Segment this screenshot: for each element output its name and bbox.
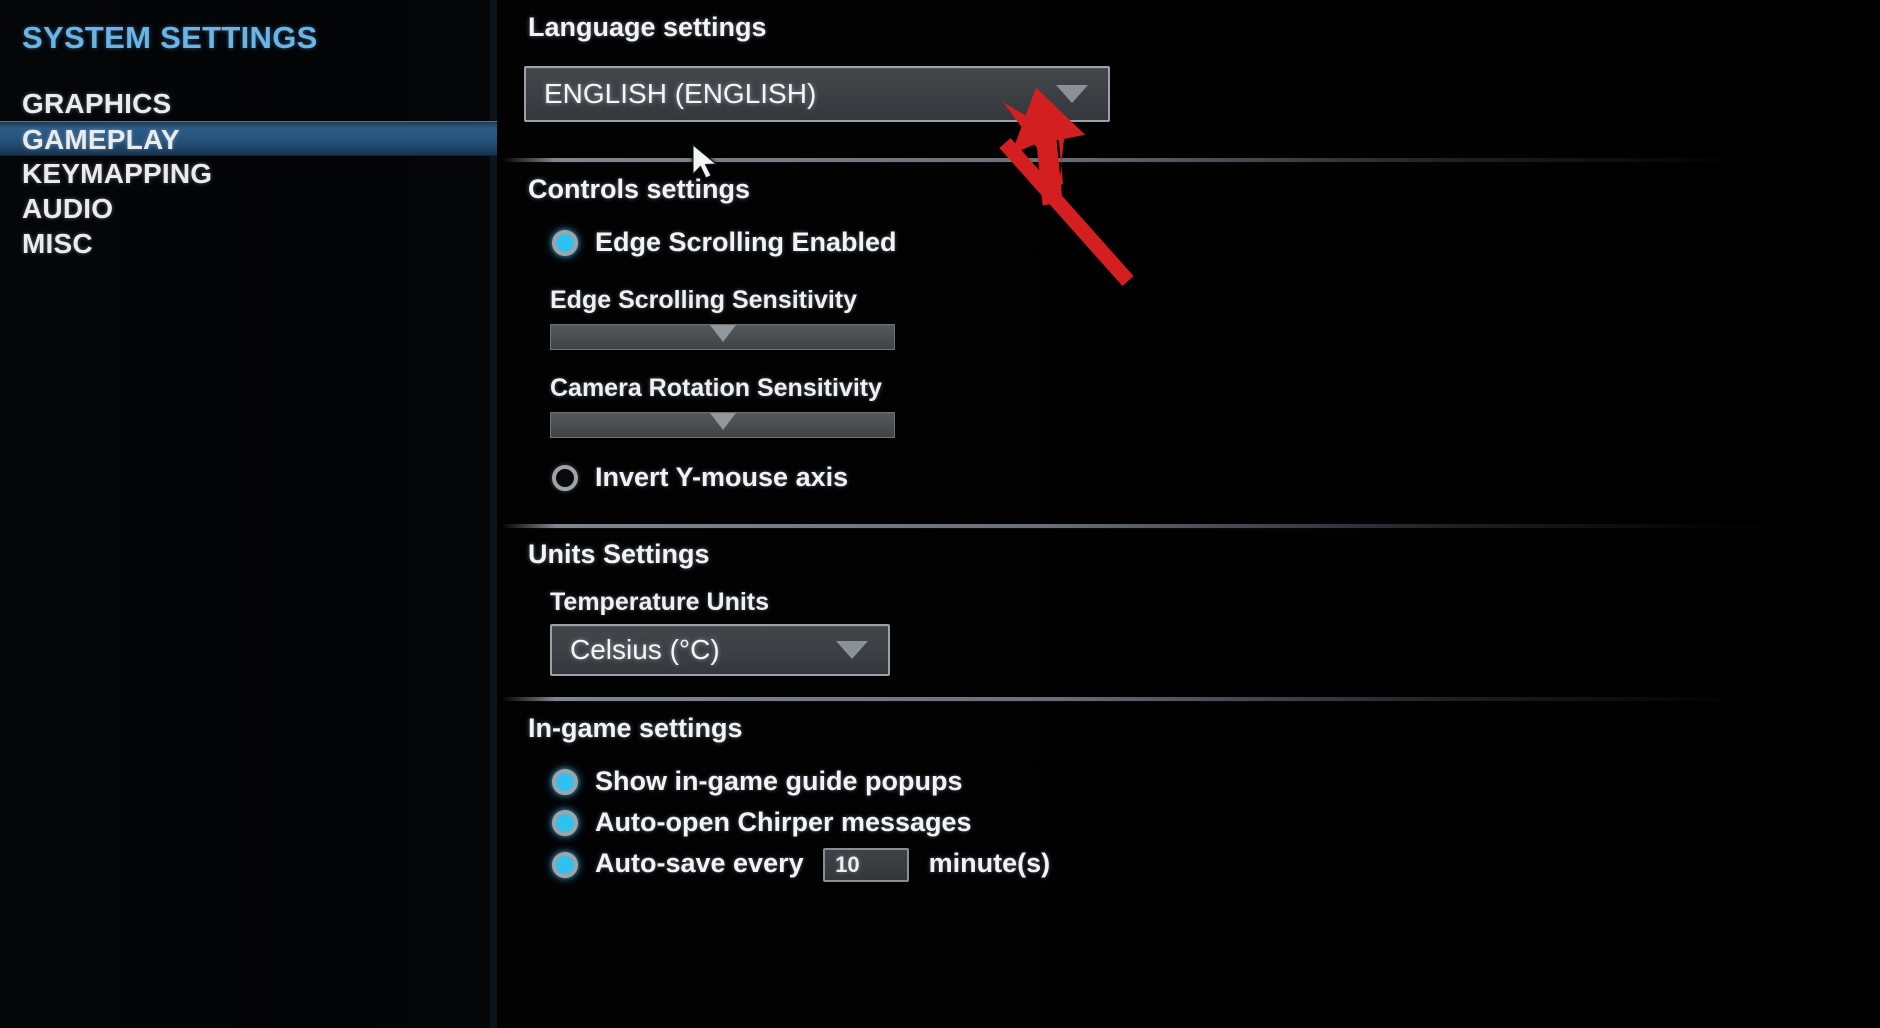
label-camera-rotation-sensitivity: Camera Rotation Sensitivity [550,374,883,402]
system-settings-screen: SYSTEM SETTINGS GRAPHICS GAMEPLAY KEYMAP… [0,0,1880,1028]
slider-handle-icon[interactable] [709,325,736,342]
sidebar-item-label: GAMEPLAY [22,124,180,155]
toggle-label: Invert Y-mouse axis [595,462,849,492]
sidebar-item-label: MISC [22,228,93,259]
section-heading-controls: Controls settings [528,174,751,204]
radio-on-icon [552,229,578,256]
slider-edge-scrolling-sensitivity[interactable] [550,324,895,350]
radio-off-icon [552,464,578,491]
language-dropdown[interactable]: ENGLISH (ENGLISH) [524,66,1110,122]
settings-content-panel: Language settings ENGLISH (ENGLISH) Cont… [504,0,1880,1028]
autosave-row: Auto-save every 10 minute(s) [595,848,1050,882]
autosave-prefix-label: Auto-save every [595,848,804,879]
divider-1 [504,158,1794,163]
sidebar-item-label: GRAPHICS [22,88,172,119]
autosave-interval-value: 10 [835,852,860,877]
sidebar-item-misc[interactable]: MISC [0,226,497,261]
temperature-units-dropdown[interactable]: Celsius (°C) [550,624,890,676]
label-temperature-units: Temperature Units [550,588,770,616]
section-heading-language: Language settings [528,12,767,42]
sidebar: SYSTEM SETTINGS GRAPHICS GAMEPLAY KEYMAP… [0,0,497,1028]
radio-on-icon [552,809,578,836]
section-heading-ingame: In-game settings [528,713,743,743]
toggle-auto-open-chirper-messages[interactable]: Auto-open Chirper messages [552,807,972,838]
sidebar-item-label: AUDIO [22,193,114,224]
divider-2 [504,524,1794,529]
slider-camera-rotation-sensitivity[interactable] [550,412,895,438]
sidebar-item-gameplay[interactable]: GAMEPLAY [0,121,497,156]
divider-3 [504,697,1794,702]
toggle-label: Show in-game guide popups [595,766,963,796]
radio-on-icon [552,852,578,878]
toggle-show-ingame-guide-popups[interactable]: Show in-game guide popups [552,766,963,797]
label-edge-scrolling-sensitivity: Edge Scrolling Sensitivity [550,286,858,314]
temperature-units-value: Celsius (°C) [570,634,720,665]
radio-on-icon [552,768,578,795]
toggle-autosave[interactable]: Auto-save every 10 minute(s) [552,848,1050,882]
autosave-interval-input[interactable]: 10 [823,848,910,882]
chevron-down-icon [836,641,868,659]
toggle-label: Auto-open Chirper messages [595,807,972,837]
sidebar-item-keymapping[interactable]: KEYMAPPING [0,156,497,191]
section-heading-units: Units Settings [528,539,710,569]
toggle-edge-scrolling-enabled[interactable]: Edge Scrolling Enabled [552,227,897,258]
toggle-invert-y-mouse-axis[interactable]: Invert Y-mouse axis [552,462,848,493]
sidebar-item-label: KEYMAPPING [22,158,213,189]
language-dropdown-value: ENGLISH (ENGLISH) [544,78,817,109]
sidebar-item-audio[interactable]: AUDIO [0,191,497,226]
sidebar-item-graphics[interactable]: GRAPHICS [0,86,497,121]
page-title: SYSTEM SETTINGS [22,20,318,55]
sidebar-nav: GRAPHICS GAMEPLAY KEYMAPPING AUDIO MISC [0,86,497,261]
toggle-label: Edge Scrolling Enabled [595,227,897,257]
autosave-suffix-label: minute(s) [928,848,1051,879]
slider-handle-icon[interactable] [709,413,736,430]
chevron-down-icon [1056,85,1088,103]
